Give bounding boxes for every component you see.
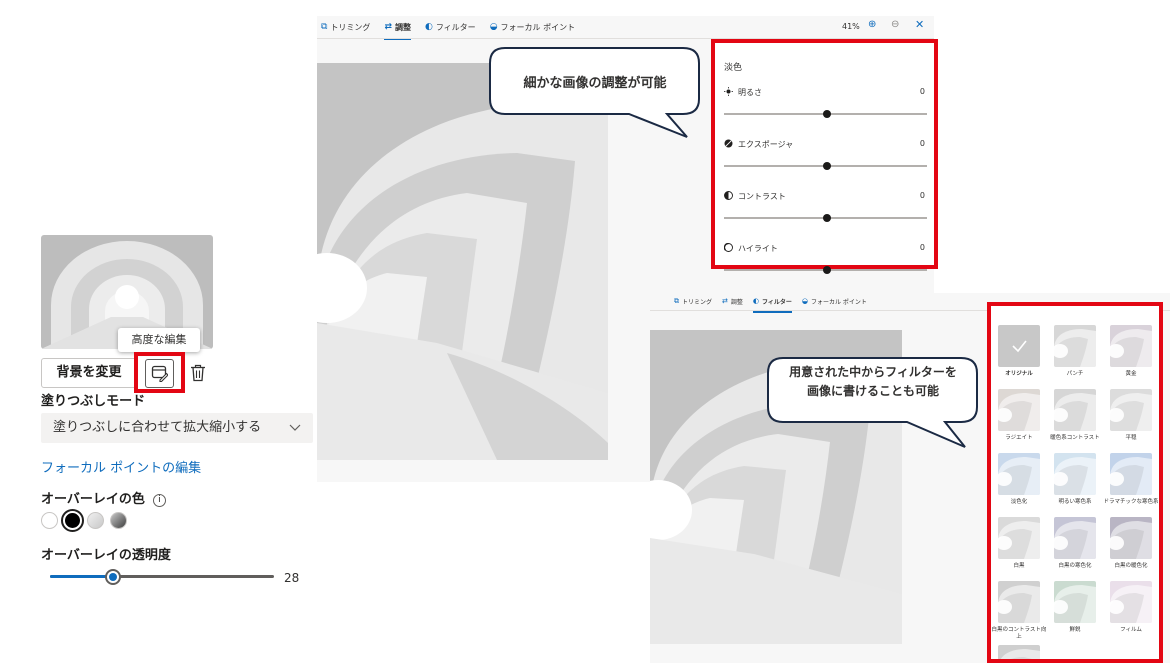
filter-callout-line1: 用意された中からフィルターを bbox=[789, 365, 957, 379]
info-icon[interactable]: i bbox=[152, 494, 166, 507]
adjust-value: 0 bbox=[919, 243, 925, 252]
adjust-panel-highlight bbox=[711, 39, 938, 269]
edit-focal-point-link[interactable]: フォーカル ポイントの編集 bbox=[41, 457, 201, 476]
exposure-icon bbox=[724, 139, 733, 150]
overlay-color-label: オーバーレイの色 bbox=[41, 492, 145, 507]
filter-callout: 用意された中からフィルターを 画像に書けることも可能 bbox=[767, 357, 979, 449]
filter-icon: ◐ bbox=[752, 297, 760, 305]
adjust-row-label: 明るさ bbox=[724, 87, 762, 98]
contrast-icon bbox=[724, 191, 733, 202]
zoom-in-icon[interactable]: ⊕ bbox=[868, 19, 876, 30]
tab-filter[interactable]: ◐ フィルター bbox=[425, 22, 476, 33]
filter-icon: ◐ bbox=[424, 22, 433, 32]
close-icon[interactable]: ✕ bbox=[915, 18, 924, 31]
adjust-label: コントラスト bbox=[738, 192, 786, 201]
adjust-label: ハイライト bbox=[738, 244, 778, 253]
adjust-icon: ⇄ bbox=[384, 22, 392, 32]
adjust-label: エクスポージャ bbox=[738, 140, 794, 149]
adjust-row-label: ハイライト bbox=[723, 242, 778, 254]
overlay-color-white[interactable] bbox=[41, 512, 58, 529]
adjust-slider-thumb[interactable] bbox=[823, 110, 831, 118]
adjust-value: 0 bbox=[919, 139, 925, 148]
zoom-level: 41% bbox=[842, 22, 860, 31]
adjust-value: 0 bbox=[919, 87, 925, 96]
tab-adjust[interactable]: ⇄ 調整 bbox=[384, 22, 411, 40]
delete-background-button[interactable] bbox=[185, 360, 211, 386]
focal-point-icon: ◒ bbox=[801, 297, 809, 305]
adjust-slider-thumb[interactable] bbox=[823, 162, 831, 170]
overlay-transparency-label: オーバーレイの透明度 bbox=[41, 548, 171, 563]
brightness-icon bbox=[724, 87, 733, 98]
adjust-slider-thumb[interactable] bbox=[823, 214, 831, 222]
background-settings-panel: 高度な編集 背景を変更 塗りつぶしモード 塗りつぶしに合わせて拡大縮小する フォ… bbox=[0, 0, 317, 668]
overlay-color-light-gray[interactable] bbox=[87, 512, 104, 529]
adjust-label: 明るさ bbox=[738, 88, 762, 97]
adjust-value: 0 bbox=[919, 191, 925, 200]
change-background-button[interactable]: 背景を変更 bbox=[41, 358, 137, 388]
focal-point-icon: ◒ bbox=[489, 22, 498, 32]
adjust-icon: ⇄ bbox=[722, 297, 728, 305]
tab-adjust-2[interactable]: ⇄ 調整 bbox=[722, 297, 743, 306]
adjust-row-label: エクスポージャ bbox=[724, 139, 793, 150]
tab-trimming[interactable]: ⧉ トリミング bbox=[321, 22, 370, 33]
overlay-color-dark-gray[interactable] bbox=[110, 512, 127, 529]
tab-filter-2[interactable]: ◐ フィルター bbox=[752, 297, 792, 313]
highlight-icon bbox=[723, 242, 733, 254]
advanced-edit-button[interactable] bbox=[145, 359, 174, 388]
adjust-callout: 細かな画像の調整が可能 bbox=[489, 47, 701, 139]
zoom-out-icon[interactable]: ⊖ bbox=[891, 19, 899, 30]
tab-focal-point-2[interactable]: ◒ フォーカル ポイント bbox=[802, 297, 867, 306]
tab-trimming-2[interactable]: ⧉ トリミング bbox=[674, 297, 712, 306]
fill-mode-label: 塗りつぶしモード bbox=[41, 394, 146, 409]
filter-callout-text: 用意された中からフィルターを 画像に書けることも可能 bbox=[767, 363, 979, 401]
fill-mode-value: 塗りつぶしに合わせて拡大縮小する bbox=[53, 420, 262, 435]
filter-panel-highlight bbox=[987, 302, 1163, 663]
fill-mode-dropdown[interactable]: 塗りつぶしに合わせて拡大縮小する bbox=[41, 413, 313, 443]
adjust-panel-title: 淡色 bbox=[724, 63, 743, 73]
overlay-color-heading: オーバーレイの色 i bbox=[41, 488, 166, 507]
adjust-panel: 淡色 明るさ 0 エクスポージャ 0 コントラスト 0 ハイライト 0 bbox=[711, 39, 938, 274]
advanced-edit-tooltip: 高度な編集 bbox=[118, 328, 200, 352]
chevron-down-icon bbox=[289, 413, 301, 443]
adjust-slider-thumb[interactable] bbox=[823, 266, 831, 274]
crop-icon: ⧉ bbox=[321, 22, 328, 32]
tab-focal-point[interactable]: ◒ フォーカル ポイント bbox=[490, 22, 575, 33]
advanced-edit-button-highlight bbox=[134, 352, 185, 393]
crop-icon: ⧉ bbox=[674, 296, 679, 305]
transparency-slider-thumb[interactable] bbox=[105, 569, 121, 585]
adjust-callout-text: 細かな画像の調整が可能 bbox=[523, 75, 667, 91]
edit-image-icon bbox=[151, 365, 168, 382]
overlay-color-black-selected[interactable] bbox=[61, 509, 84, 532]
filter-callout-line2: 画像に書けることも可能 bbox=[806, 384, 939, 398]
transparency-slider-fill bbox=[50, 575, 113, 578]
adjust-row-label: コントラスト bbox=[724, 191, 786, 202]
trash-icon bbox=[191, 364, 205, 382]
transparency-value: 28 bbox=[284, 571, 300, 585]
